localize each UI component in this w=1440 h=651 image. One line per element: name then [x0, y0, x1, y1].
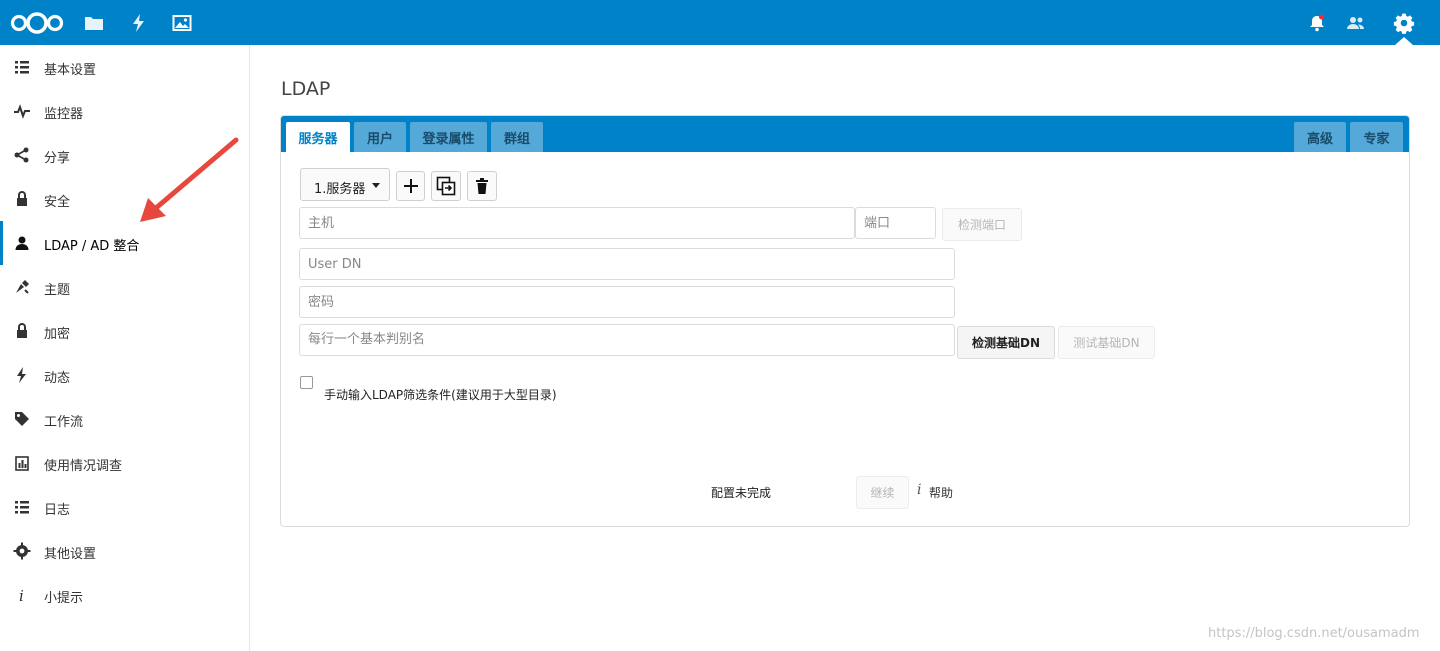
port-input[interactable]	[855, 207, 936, 239]
gallery-icon[interactable]	[170, 11, 194, 35]
help-link[interactable]: 帮助	[929, 484, 953, 501]
user-dn-input[interactable]	[299, 248, 955, 280]
pulse-icon	[13, 102, 31, 120]
detect-port-button[interactable]: 检测端口	[942, 208, 1022, 241]
tab-advanced[interactable]: 高级	[1294, 122, 1346, 152]
base-dn-textarea[interactable]	[299, 324, 955, 356]
delete-server-button[interactable]	[467, 171, 497, 201]
server-select[interactable]: 1.服务器	[300, 168, 390, 201]
button-label: 检测端口	[957, 218, 1006, 232]
detect-base-dn-button[interactable]: 检测基础DN	[957, 326, 1055, 359]
sidebar-item-label: 使用情况调查	[44, 459, 123, 474]
tab-expert[interactable]: 专家	[1350, 122, 1403, 152]
sidebar-item-label: 主题	[44, 283, 71, 298]
sidebar-item-activity[interactable]: 动态	[0, 353, 249, 397]
sidebar-item-tips[interactable]: i 小提示	[0, 573, 249, 617]
contacts-icon[interactable]	[1344, 11, 1368, 35]
test-base-dn-button[interactable]: 测试基础DN	[1058, 326, 1155, 359]
tab-server[interactable]: 服务器	[286, 122, 350, 152]
watermark: https://blog.csdn.net/ousamadm	[1208, 626, 1420, 641]
menu-caret	[1395, 37, 1413, 45]
chevron-down-icon	[372, 183, 380, 188]
info-icon: i	[917, 482, 922, 498]
manual-filter-label: 手动输入LDAP筛选条件(建议用于大型目录)	[324, 388, 557, 402]
tab-label: 群组	[503, 131, 530, 147]
plus-icon	[403, 179, 418, 193]
sidebar-item-label: 小提示	[44, 591, 84, 606]
trash-icon	[476, 178, 488, 194]
manual-filter-checkbox[interactable]	[300, 376, 313, 389]
tab-label: 用户	[366, 131, 393, 147]
info-icon: i	[13, 586, 31, 604]
gear-icon	[13, 542, 31, 560]
sidebar-item-workflow[interactable]: 工作流	[0, 397, 249, 441]
activity-icon[interactable]	[127, 11, 151, 35]
page-title: LDAP	[281, 78, 331, 100]
tab-groups[interactable]: 群组	[491, 122, 543, 152]
sidebar-item-label: 动态	[44, 371, 71, 386]
sidebar-item-basic-settings[interactable]: 基本设置	[0, 45, 249, 89]
add-server-button[interactable]	[396, 171, 425, 201]
ldap-panel: 服务器 用户 登录属性 群组 高级 专家 1.服务器 检测端口 检测基础DN 测…	[280, 115, 1410, 527]
files-icon[interactable]	[82, 11, 106, 35]
list-icon	[13, 498, 31, 516]
sidebar-item-encryption[interactable]: 加密	[0, 309, 249, 353]
sidebar-item-label: 其他设置	[44, 547, 97, 562]
sidebar-item-label: 安全	[44, 195, 71, 210]
sidebar-item-label: LDAP / AD 整合	[44, 239, 140, 254]
nextcloud-logo[interactable]	[6, 10, 68, 36]
host-input[interactable]	[299, 207, 855, 239]
sidebar-item-label: 基本设置	[44, 63, 97, 78]
config-status: 配置未完成	[711, 486, 772, 500]
sidebar-item-label: 工作流	[44, 415, 84, 430]
notifications-icon[interactable]	[1305, 11, 1329, 35]
lock-icon	[13, 322, 31, 340]
continue-button[interactable]: 继续	[856, 476, 909, 509]
button-label: 测试基础DN	[1073, 336, 1140, 350]
password-input[interactable]	[299, 286, 955, 318]
tab-label: 登录属性	[422, 131, 475, 147]
sidebar-item-label: 监控器	[44, 107, 84, 122]
sidebar-item-label: 日志	[44, 503, 71, 518]
user-icon	[13, 234, 31, 252]
tab-label: 专家	[1363, 131, 1390, 147]
list-icon	[13, 58, 31, 76]
settings-icon[interactable]	[1392, 11, 1416, 35]
copy-icon	[436, 176, 456, 196]
sidebar-item-additional-settings[interactable]: 其他设置	[0, 529, 249, 573]
chart-icon	[13, 454, 31, 472]
button-label: 继续	[870, 486, 895, 500]
copy-server-button[interactable]	[431, 171, 461, 201]
sidebar-item-label: 加密	[44, 327, 71, 342]
share-icon	[13, 146, 31, 164]
top-header	[0, 0, 1440, 45]
sidebar-item-theming[interactable]: 主题	[0, 265, 249, 309]
tab-bar: 服务器 用户 登录属性 群组 高级 专家	[281, 116, 1409, 152]
lightning-icon	[13, 366, 31, 384]
tab-users[interactable]: 用户	[354, 122, 406, 152]
lock-icon	[13, 190, 31, 208]
annotation-arrow	[140, 137, 239, 222]
tab-label: 服务器	[298, 131, 338, 147]
svg-text:i: i	[19, 587, 24, 604]
sidebar-item-logging[interactable]: 日志	[0, 485, 249, 529]
server-select-label: 1.服务器	[314, 182, 366, 197]
sidebar-item-monitoring[interactable]: 监控器	[0, 89, 249, 133]
button-label: 检测基础DN	[971, 336, 1040, 350]
tag-icon	[13, 410, 31, 428]
tab-login-attributes[interactable]: 登录属性	[410, 122, 487, 152]
sidebar-item-survey[interactable]: 使用情况调查	[0, 441, 249, 485]
tab-label: 高级	[1306, 131, 1333, 147]
brush-icon	[13, 278, 31, 296]
sidebar-item-label: 分享	[44, 151, 71, 166]
